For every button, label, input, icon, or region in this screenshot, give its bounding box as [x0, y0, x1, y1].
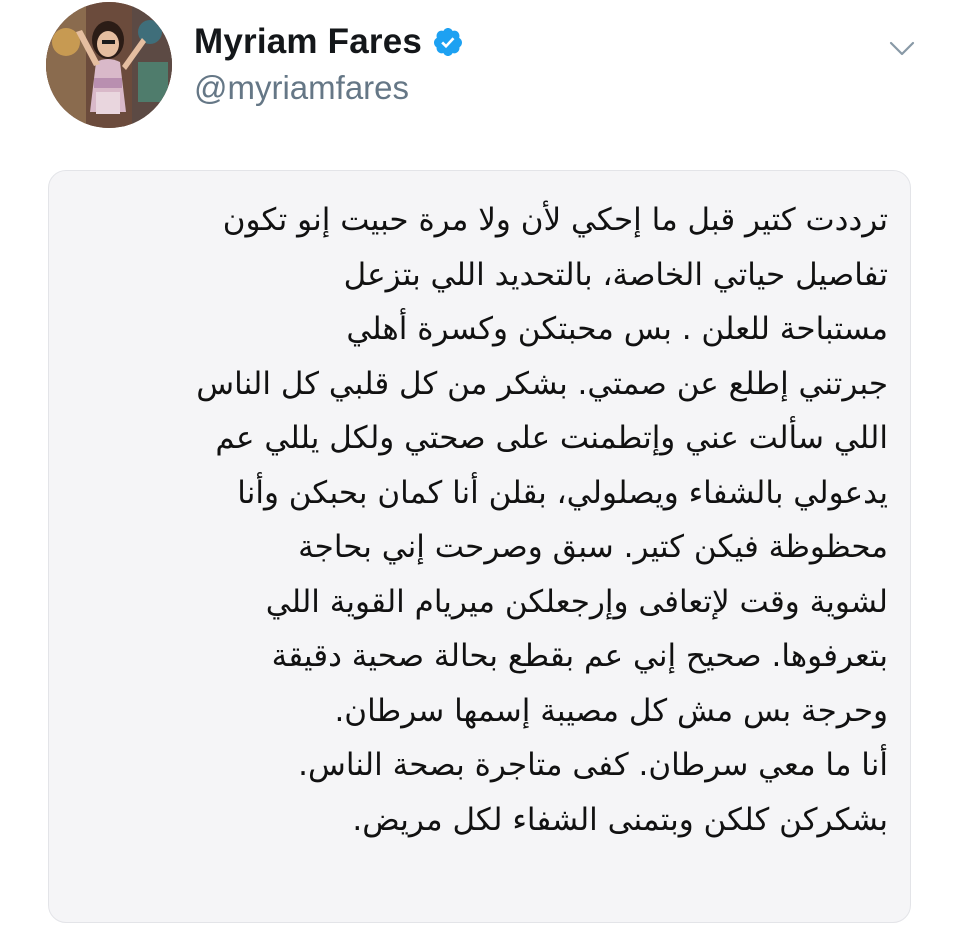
- display-name-row: Myriam Fares: [194, 20, 464, 64]
- body-line: جبرتني إطلع عن صمتي. بشكر من كل قلبي كل …: [196, 365, 888, 402]
- body-line: اللي سألت عني وإتطمنت على صحتي ولكل يللي…: [215, 420, 888, 456]
- verified-badge-icon: [432, 26, 464, 58]
- chevron-down-icon[interactable]: [888, 34, 916, 62]
- body-line: تفاصيل حياتي الخاصة، بالتحديد اللي بتزعل: [343, 256, 888, 293]
- tweet-image-card[interactable]: ترددت كتير قبل ما إحكي لأن ولا مرة حبيت …: [48, 170, 911, 923]
- body-line: وحرجة بس مش كل مصيبة إسمها سرطان.: [334, 692, 888, 729]
- body-line: أنا ما معي سرطان. كفى متاجرة بصحة الناس.: [298, 747, 888, 783]
- body-line: يدعولي بالشفاء ويصلولي، بقلن أنا كمان بح…: [237, 474, 888, 511]
- avatar-image: [46, 2, 172, 128]
- body-line: ترددت كتير قبل ما إحكي لأن ولا مرة حبيت …: [222, 202, 888, 238]
- display-name[interactable]: Myriam Fares: [194, 20, 422, 64]
- avatar[interactable]: [46, 2, 172, 128]
- body-line: بشكركن كلكن وبتمنى الشفاء لكل مريض.: [352, 801, 888, 838]
- body-line: بتعرفوها. صحيح إني عم بقطع بحالة صحية دق…: [271, 638, 888, 674]
- body-line: لشوية وقت لإتعافى وإرجعلكن ميريام القوية…: [265, 583, 888, 620]
- body-line: مستباحة للعلن . بس محبتكن وكسرة أهلي: [346, 311, 888, 347]
- user-handle[interactable]: @myriamfares: [194, 68, 409, 108]
- tweet-body-text: ترددت كتير قبل ما إحكي لأن ولا مرة حبيت …: [88, 193, 888, 847]
- tweet: Myriam Fares @myriamfares ترددت كتير قبل…: [0, 0, 960, 930]
- body-line: محظوظة فيكن كتير. سبق وصرحت إني بحاجة: [298, 529, 888, 565]
